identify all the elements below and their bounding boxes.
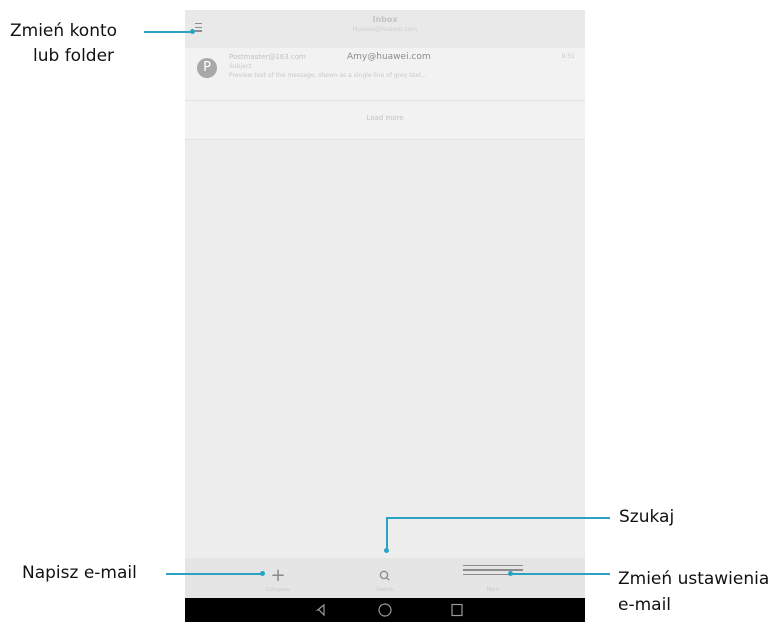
mailbox-title: Inbox Huawei@huawei.com: [185, 15, 585, 35]
compose-button[interactable]: + Compose: [248, 558, 308, 598]
search-label: Search: [376, 587, 394, 593]
callout-settings-line2: e-mail: [618, 595, 672, 615]
search-button[interactable]: Search: [355, 558, 415, 598]
mail-snippet: Preview text of the message, shown as a …: [229, 72, 427, 79]
avatar: P: [197, 58, 217, 78]
mail-subject: Subject: [229, 63, 252, 70]
callout-line-compose: [166, 573, 262, 575]
callout-switch-account-line1: Zmień konto: [10, 21, 118, 41]
callout-line-settings: [511, 573, 610, 575]
compose-label: Compose: [266, 587, 290, 593]
mail-list-item[interactable]: P Postmaster@163.com Amy@huawei.com 9:51…: [185, 48, 585, 101]
more-button[interactable]: More: [463, 558, 523, 598]
callout-line-account: [144, 31, 192, 33]
callout-search: Szukaj: [619, 507, 675, 527]
callout-compose: Napisz e-mail: [22, 563, 137, 583]
home-icon[interactable]: [378, 603, 392, 617]
more-menu-icon: [463, 565, 523, 587]
phone-screen: Inbox Huawei@huawei.com P Postmaster@163…: [185, 10, 585, 622]
recents-icon[interactable]: [451, 603, 463, 617]
mail-time: 9:51: [561, 53, 575, 60]
mail-recipient: Amy@huawei.com: [347, 52, 431, 62]
load-more-row[interactable]: Load more: [185, 101, 585, 140]
callout-switch-account-line2: lub folder: [33, 46, 115, 66]
bottom-toolbar: + Compose Search More: [185, 558, 585, 598]
folder-name: Inbox: [372, 15, 398, 24]
search-icon: [355, 565, 415, 587]
account-address: Huawei@huawei.com: [352, 26, 418, 33]
callout-dot-search: [384, 548, 389, 553]
system-navigation-bar: [185, 598, 585, 622]
callout-line-search-horizontal: [386, 517, 610, 519]
mail-sender: Postmaster@163.com: [229, 53, 306, 61]
callout-settings-line1: Zmień ustawienia: [618, 569, 770, 589]
callout-line-search-vertical: [386, 517, 388, 551]
plus-icon: +: [270, 565, 286, 586]
callout-dot-account: [190, 29, 195, 34]
load-more-link[interactable]: Load more: [185, 114, 585, 122]
callout-dot-compose: [260, 571, 265, 576]
back-icon[interactable]: [315, 603, 325, 617]
top-bar: Inbox Huawei@huawei.com: [185, 10, 585, 48]
more-label: More: [486, 587, 500, 593]
